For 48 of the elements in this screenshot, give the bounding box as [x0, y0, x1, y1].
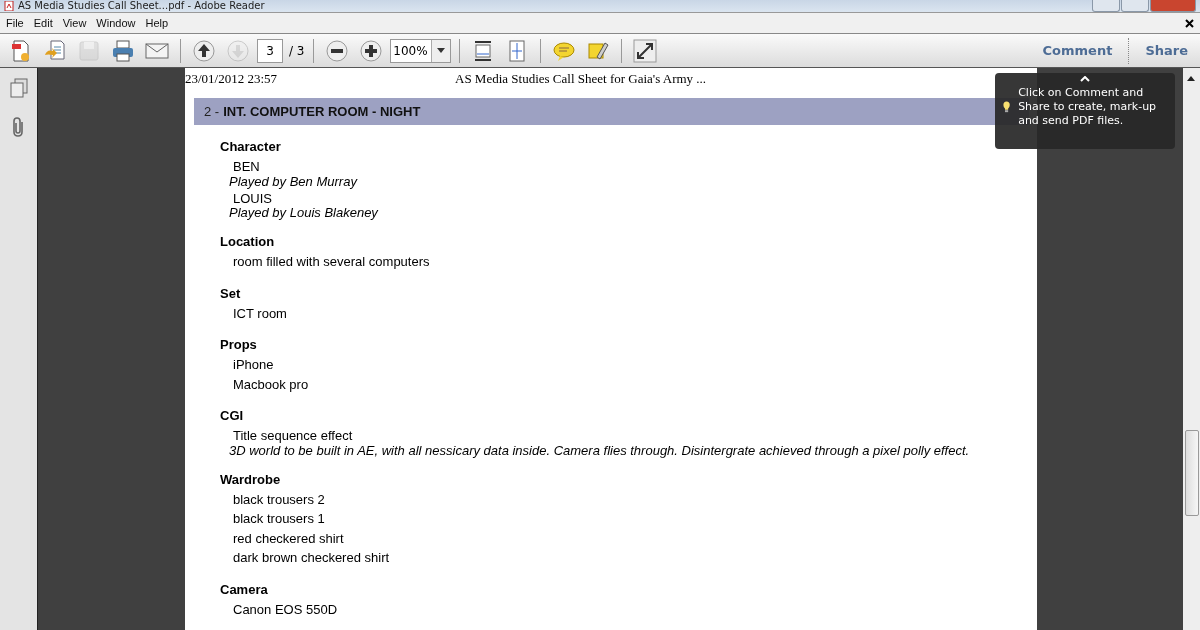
section-item: iPhone [232, 356, 275, 374]
maximize-button[interactable] [1121, 0, 1149, 12]
page-date: 23/01/2012 23:57 [185, 71, 279, 87]
section-heading: Set [220, 284, 242, 303]
item-note: Played by Ben Murray [228, 173, 359, 189]
pdf-icon [4, 1, 14, 11]
section-item: ICT room [232, 304, 288, 323]
section-heading: Props [220, 336, 258, 354]
menu-item[interactable]: Edit [33, 17, 61, 29]
menu-item[interactable]: Help [145, 17, 177, 29]
section-item: Canon EOS 550D [232, 600, 339, 619]
menu-item[interactable]: File [6, 17, 32, 29]
section-item: LOUIS [232, 189, 273, 208]
scroll-thumb[interactable] [1185, 430, 1199, 516]
window-title: AS Media Studies Call Sheet...pdf - Adobe Reader [18, 0, 265, 12]
section-item: black trousers 2 [232, 490, 326, 509]
minimize-button[interactable] [1092, 0, 1120, 12]
collapse-caret-icon[interactable] [1080, 76, 1090, 82]
close-icon[interactable] [1185, 18, 1194, 28]
page-number-field[interactable]: 3 [257, 38, 283, 63]
pages-icon[interactable] [9, 78, 28, 98]
section-heading: Camera [220, 580, 269, 599]
section-item: BEN [232, 158, 261, 176]
menu-item[interactable]: View [62, 17, 95, 29]
menu-item[interactable]: Window [96, 17, 144, 29]
scene-title: INT. COMPUTER ROOM - NIGHT [223, 104, 421, 119]
scene-number: 2 - [204, 104, 220, 119]
section-item: red checkered shirt [232, 529, 345, 548]
section-heading: CGI [220, 407, 245, 425]
section-item: dark brown checkered shirt [232, 549, 391, 567]
page-header-title: AS Media Studies Call Sheet for Gaia's Army ... [455, 71, 708, 87]
section-item: black trousers 1 [232, 510, 326, 528]
panel-button[interactable]: Comment [1030, 43, 1125, 58]
scrollbar[interactable] [1183, 68, 1200, 630]
section-heading: Location [220, 233, 276, 251]
panel-button[interactable]: Share [1133, 43, 1200, 58]
scroll-up-icon[interactable] [1187, 76, 1195, 81]
zoom-dropdown[interactable]: 100% [389, 38, 451, 63]
section-item: room filled with several computers [232, 253, 431, 271]
page-total: / 3 [289, 43, 305, 58]
section-item: Macbook pro [232, 375, 310, 394]
section-item: Title sequence effect [232, 427, 354, 445]
caret-icon[interactable] [436, 48, 445, 53]
item-note: Played by Louis Blakeney [228, 205, 379, 220]
section-heading: Character [220, 138, 282, 156]
section-heading: Wardrobe [220, 470, 282, 489]
tooltip-text: Click on Comment and Share to create, mark-up and send PDF files. [1018, 86, 1158, 128]
item-note: 3D world to be built in AE, with all nessicary data inside. Camera flies through. Disintergrate achieved through a pixel polly effect. [228, 442, 971, 458]
